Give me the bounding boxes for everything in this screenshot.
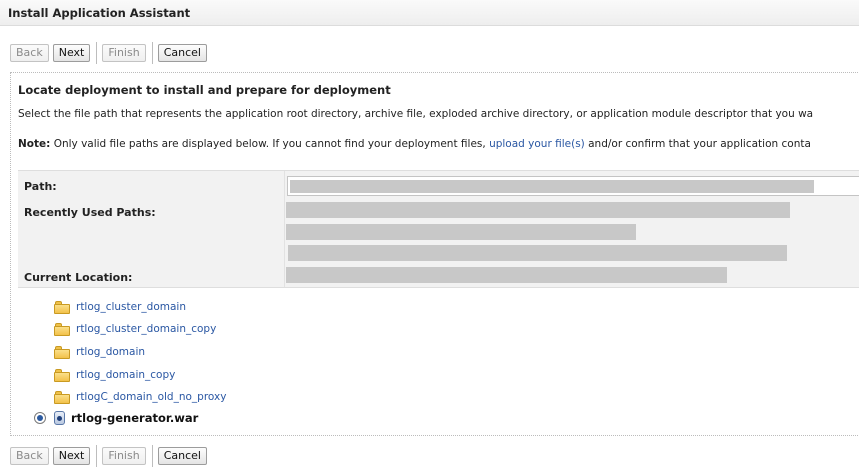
tree-folder-item[interactable]: rtlog_cluster_domain_copy	[54, 320, 216, 338]
page-description: Select the file path that represents the…	[18, 108, 814, 120]
current-location-label: Current Location:	[24, 271, 133, 284]
button-separator	[96, 42, 98, 64]
upload-files-link[interactable]: upload your file(s)	[489, 138, 585, 150]
column-divider	[284, 171, 285, 287]
button-separator	[151, 445, 153, 467]
folder-icon	[54, 346, 70, 359]
recent-path-link[interactable]	[286, 202, 790, 218]
folder-icon	[54, 391, 70, 404]
tree-folder-item[interactable]: rtlog_domain	[54, 343, 145, 361]
recent-path-link[interactable]	[288, 245, 787, 261]
path-form: Path: Recently Used Paths: Current Locat…	[18, 170, 859, 288]
note-label: Note:	[18, 138, 51, 150]
next-button[interactable]: Next	[52, 447, 91, 465]
folder-link[interactable]: rtlog_cluster_domain_copy	[76, 323, 216, 335]
folder-icon	[54, 323, 70, 336]
tree-folder-item[interactable]: rtlog_cluster_domain	[54, 298, 186, 316]
cancel-button[interactable]: Cancel	[157, 447, 207, 465]
title-bar: Install Application Assistant	[0, 0, 859, 26]
folder-link[interactable]: rtlog_domain	[76, 346, 145, 358]
folder-icon	[54, 369, 70, 382]
top-button-bar: Back Next Finish Cancel	[10, 42, 211, 64]
tree-file-item[interactable]: rtlog-generator.war	[34, 409, 198, 427]
cancel-button[interactable]: Cancel	[157, 44, 207, 62]
bottom-button-bar: Back Next Finish Cancel	[10, 445, 211, 467]
page-note: Note: Only valid file paths are displaye…	[18, 138, 811, 150]
next-button[interactable]: Next	[52, 44, 91, 62]
button-separator	[96, 445, 98, 467]
path-label: Path:	[24, 180, 57, 193]
back-button[interactable]: Back	[10, 447, 49, 465]
selected-file-name: rtlog-generator.war	[71, 411, 199, 425]
finish-button[interactable]: Finish	[102, 447, 146, 465]
back-button[interactable]: Back	[10, 44, 49, 62]
folder-link[interactable]: rtlogC_domain_old_no_proxy	[76, 391, 226, 403]
recently-used-paths-label: Recently Used Paths:	[24, 206, 156, 219]
tree-folder-item[interactable]: rtlogC_domain_old_no_proxy	[54, 388, 226, 406]
folder-link[interactable]: rtlog_domain_copy	[76, 369, 175, 381]
note-text: Only valid file paths are displayed belo…	[53, 138, 486, 150]
window-title: Install Application Assistant	[8, 6, 191, 20]
finish-button[interactable]: Finish	[102, 44, 146, 62]
folder-link[interactable]: rtlog_cluster_domain	[76, 301, 186, 313]
note-text-continued: and/or confirm that your application con…	[588, 138, 811, 150]
recent-path-link[interactable]	[286, 224, 636, 240]
redacted-path-value	[290, 180, 814, 193]
folder-icon	[54, 301, 70, 314]
button-separator	[151, 42, 153, 64]
page-heading: Locate deployment to install and prepare…	[18, 83, 391, 97]
war-archive-icon	[54, 411, 65, 425]
path-input[interactable]	[287, 176, 859, 196]
redacted-current-location	[286, 267, 727, 283]
tree-folder-item[interactable]: rtlog_domain_copy	[54, 366, 175, 384]
file-select-radio[interactable]	[34, 412, 46, 424]
